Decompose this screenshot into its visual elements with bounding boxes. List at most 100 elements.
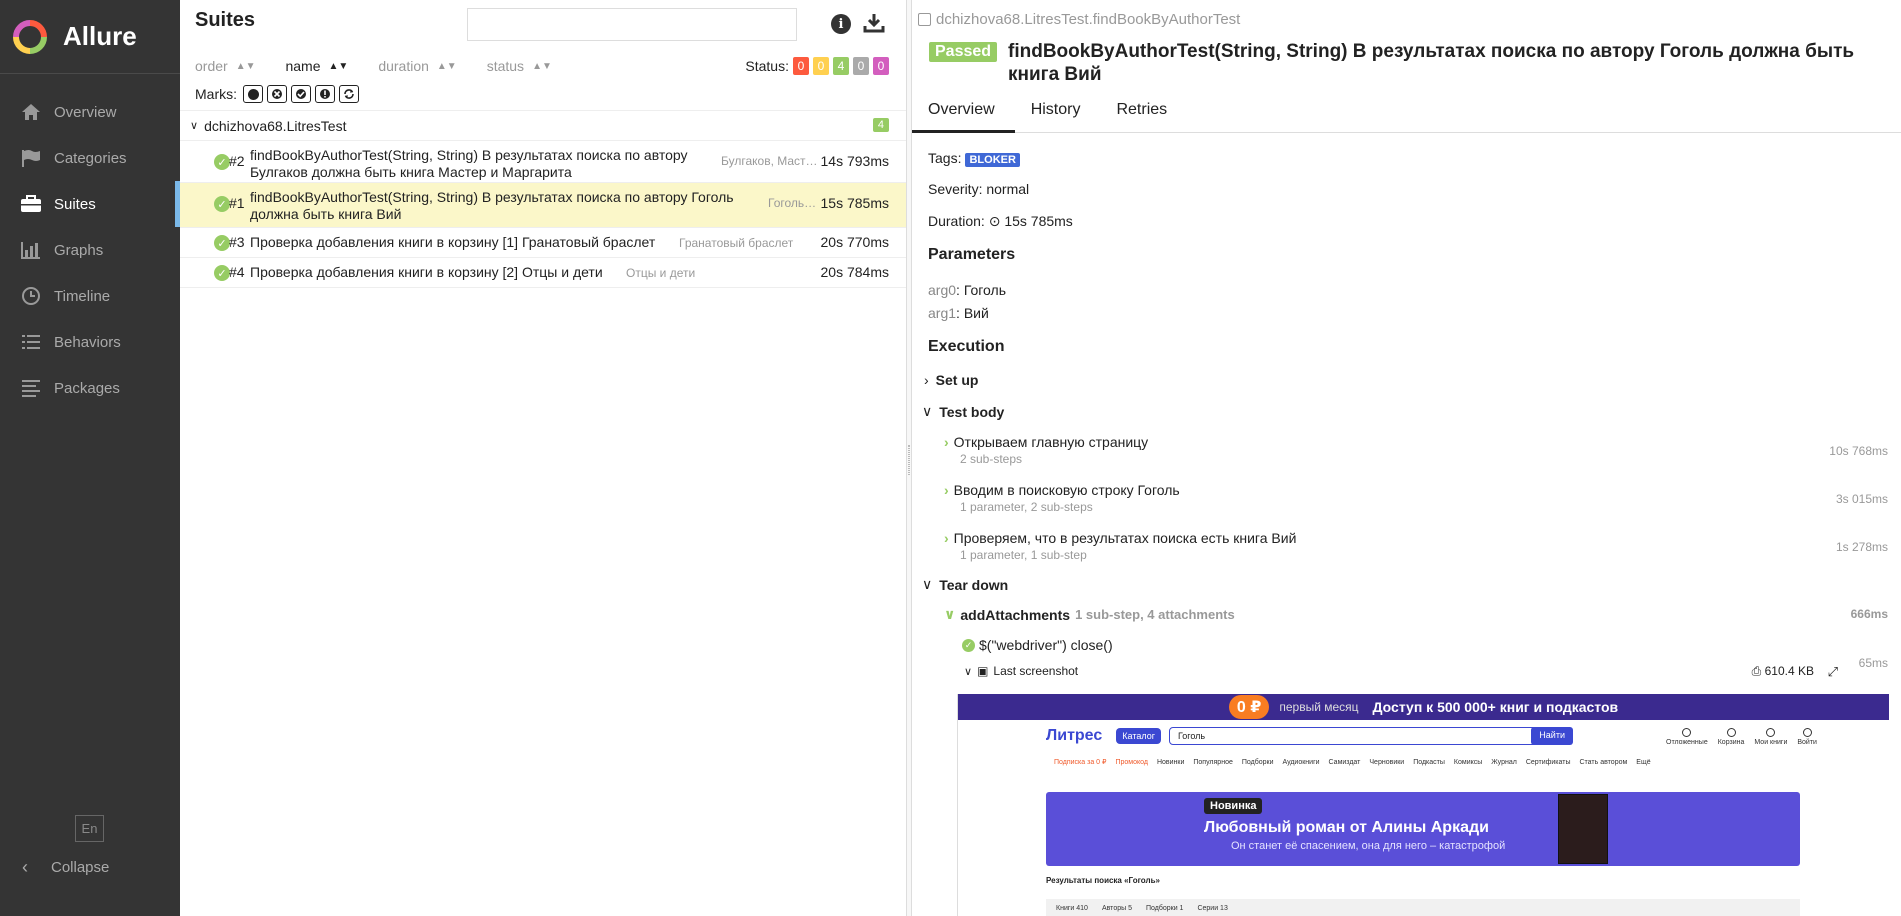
step-name: $("webdriver") close() bbox=[979, 637, 1113, 653]
chevron-down-icon: ∨ bbox=[922, 403, 933, 419]
tag-badge: BLOKER bbox=[965, 153, 1020, 167]
substep-item[interactable]: ✓ $("webdriver") close() bbox=[962, 637, 1888, 653]
status-failed-toggle[interactable]: 0 bbox=[793, 57, 809, 75]
screenshot-preview[interactable]: 0 ₽ первый месяц Доступ к 500 000+ книг … bbox=[957, 694, 1889, 916]
app-logo[interactable]: Allure bbox=[0, 0, 180, 74]
step-name: Проверяем, что в результатах поиска есть… bbox=[953, 530, 1297, 546]
marks-label: Marks: bbox=[195, 86, 237, 102]
status-unknown-toggle[interactable]: 0 bbox=[873, 57, 889, 75]
duration-row: Duration: ⊙ 15s 785ms bbox=[928, 213, 1073, 230]
row-name: findBookByAuthorTest(String, String) В р… bbox=[250, 147, 688, 180]
image-icon: ▣ bbox=[977, 664, 989, 678]
sort-status[interactable]: status ▲▼ bbox=[487, 58, 552, 74]
attachments-step[interactable]: ∨ addAttachments 1 sub-step, 4 attachmen… bbox=[944, 606, 1888, 623]
status-label: Status: bbox=[745, 58, 789, 74]
row-params: Гоголь… bbox=[768, 196, 817, 210]
step-item[interactable]: › Открываем главную страницу 2 sub-steps … bbox=[944, 434, 1888, 466]
step-name: Открываем главную страницу bbox=[953, 434, 1149, 450]
tree-row[interactable]: ✓ #2 findBookByAuthorTest(String, String… bbox=[180, 141, 906, 183]
sidebar-item-timeline[interactable]: Timeline bbox=[0, 273, 180, 319]
retries-mark-icon[interactable] bbox=[339, 85, 359, 103]
shot-catalog: Каталог bbox=[1116, 728, 1161, 744]
suites-tree-pane: Suites i order ▲▼ name ▲▼ duration ▲▼ statu… bbox=[180, 0, 906, 916]
sidebar-item-packages[interactable]: Packages bbox=[0, 365, 180, 411]
tab-retries[interactable]: Retries bbox=[1100, 96, 1187, 133]
save-icon[interactable]: ⎙ bbox=[1752, 664, 1762, 678]
sidebar-item-label: Timeline bbox=[54, 287, 111, 305]
copy-icon[interactable] bbox=[918, 13, 931, 26]
step-time: 65ms bbox=[1858, 656, 1888, 670]
step-meta: 1 parameter, 2 sub-steps bbox=[960, 500, 1093, 514]
passed-status-icon: ✓ bbox=[214, 154, 230, 170]
tags-label: Tags: bbox=[928, 150, 962, 166]
align-left-icon bbox=[19, 376, 43, 400]
expand-icon[interactable]: ⤢ bbox=[1828, 664, 1838, 680]
sidebar-item-behaviors[interactable]: Behaviors bbox=[0, 319, 180, 365]
sorters-bar: order ▲▼ name ▲▼ duration ▲▼ status ▲▼ bbox=[195, 58, 582, 74]
row-duration: 20s 770ms bbox=[820, 234, 889, 250]
group-header[interactable]: ∨ dchizhova68.LitresTest 4 bbox=[180, 111, 906, 141]
chevron-right-icon: › bbox=[944, 482, 949, 498]
tree-row[interactable]: ✓ #4 Проверка добавления книги в корзину… bbox=[180, 258, 906, 288]
clock-icon: ⊙ bbox=[988, 213, 1001, 229]
step-meta: 1 parameter, 1 sub-step bbox=[960, 548, 1087, 562]
step-time: 10s 768ms bbox=[1829, 444, 1888, 458]
status-skipped-toggle[interactable]: 0 bbox=[853, 57, 869, 75]
sidebar: Allure Overview Categories Suites Graphs… bbox=[0, 0, 180, 916]
row-duration: 20s 784ms bbox=[820, 264, 889, 280]
tree-row[interactable]: ✓ #3 Проверка добавления книги в корзину… bbox=[180, 228, 906, 258]
new-failed-mark-icon[interactable] bbox=[267, 85, 287, 103]
marks-filter: Marks: bbox=[195, 85, 359, 103]
passed-status-icon: ✓ bbox=[214, 265, 230, 281]
book-cover-image bbox=[1558, 794, 1608, 864]
sidebar-item-label: Overview bbox=[54, 103, 117, 121]
sidebar-item-label: Suites bbox=[54, 195, 96, 213]
step-time: 1s 278ms bbox=[1835, 540, 1888, 554]
tree-row-selected[interactable]: ✓ #1 findBookByAuthorTest(String, String… bbox=[180, 183, 906, 228]
new-broken-mark-icon[interactable] bbox=[315, 85, 335, 103]
sidebar-item-label: Graphs bbox=[54, 241, 104, 259]
test-body-section[interactable]: ∨ Test body bbox=[922, 403, 1004, 420]
chevron-right-icon: › bbox=[944, 530, 949, 546]
step-item[interactable]: › Проверяем, что в результатах поиска ест… bbox=[944, 530, 1888, 562]
breadcrumb: dchizhova68.LitresTest.findBookByAuthorT… bbox=[918, 11, 1240, 28]
tags-row: Tags: BLOKER bbox=[928, 150, 1020, 167]
passed-status-icon: ✓ bbox=[214, 235, 230, 251]
step-item[interactable]: › Вводим в поисковую строку Гоголь 1 para… bbox=[944, 482, 1888, 514]
tab-history[interactable]: History bbox=[1015, 96, 1101, 133]
chevron-down-icon: ∨ bbox=[190, 120, 199, 132]
passed-status-icon: ✓ bbox=[962, 638, 975, 652]
sidebar-item-graphs[interactable]: Graphs bbox=[0, 227, 180, 273]
search-input[interactable] bbox=[467, 8, 797, 41]
sort-order[interactable]: order ▲▼ bbox=[195, 58, 255, 74]
row-name: findBookByAuthorTest(String, String) В р… bbox=[250, 189, 734, 222]
test-title: findBookByAuthorTest(String, String) В р… bbox=[1008, 41, 1855, 85]
language-switcher[interactable]: En bbox=[75, 815, 104, 842]
flaky-mark-icon[interactable] bbox=[243, 85, 263, 103]
sidebar-item-label: Categories bbox=[54, 149, 127, 167]
row-number: #3 bbox=[229, 234, 245, 250]
collapse-button[interactable]: ‹ Collapse bbox=[22, 857, 109, 878]
tab-overview[interactable]: Overview bbox=[912, 96, 1015, 133]
sidebar-item-overview[interactable]: Overview bbox=[0, 89, 180, 135]
chevron-left-icon: ‹ bbox=[22, 857, 28, 877]
allure-logo-icon bbox=[13, 19, 47, 54]
sidebar-item-suites[interactable]: Suites bbox=[0, 181, 180, 227]
attachment-item[interactable]: ∨ ▣ Last screenshot ⎙ 610.4 KB ⤢ 65ms bbox=[964, 656, 1888, 680]
download-icon[interactable] bbox=[863, 12, 885, 36]
collapse-label: Collapse bbox=[51, 859, 110, 876]
status-broken-toggle[interactable]: 0 bbox=[813, 57, 829, 75]
info-icon[interactable]: i bbox=[831, 14, 851, 34]
sort-duration[interactable]: duration ▲▼ bbox=[378, 58, 456, 74]
setup-section[interactable]: › Set up bbox=[924, 372, 978, 388]
shot-header: Литрес Каталог Гоголь Найти Отложенные К… bbox=[958, 720, 1889, 752]
param-value: Гоголь bbox=[963, 282, 1006, 298]
sort-name[interactable]: name ▲▼ bbox=[285, 58, 348, 74]
sidebar-item-categories[interactable]: Categories bbox=[0, 135, 180, 181]
status-passed-toggle[interactable]: 4 bbox=[833, 57, 849, 75]
new-passed-mark-icon[interactable] bbox=[291, 85, 311, 103]
attachment-size: ⎙ 610.4 KB bbox=[1751, 664, 1814, 678]
teardown-section[interactable]: ∨ Tear down bbox=[922, 576, 1008, 593]
parameters-heading: Parameters bbox=[928, 246, 1016, 263]
shot-result-tabs: Книги 410 Авторы 5 Подборки 1 Серии 13 bbox=[1046, 899, 1800, 916]
